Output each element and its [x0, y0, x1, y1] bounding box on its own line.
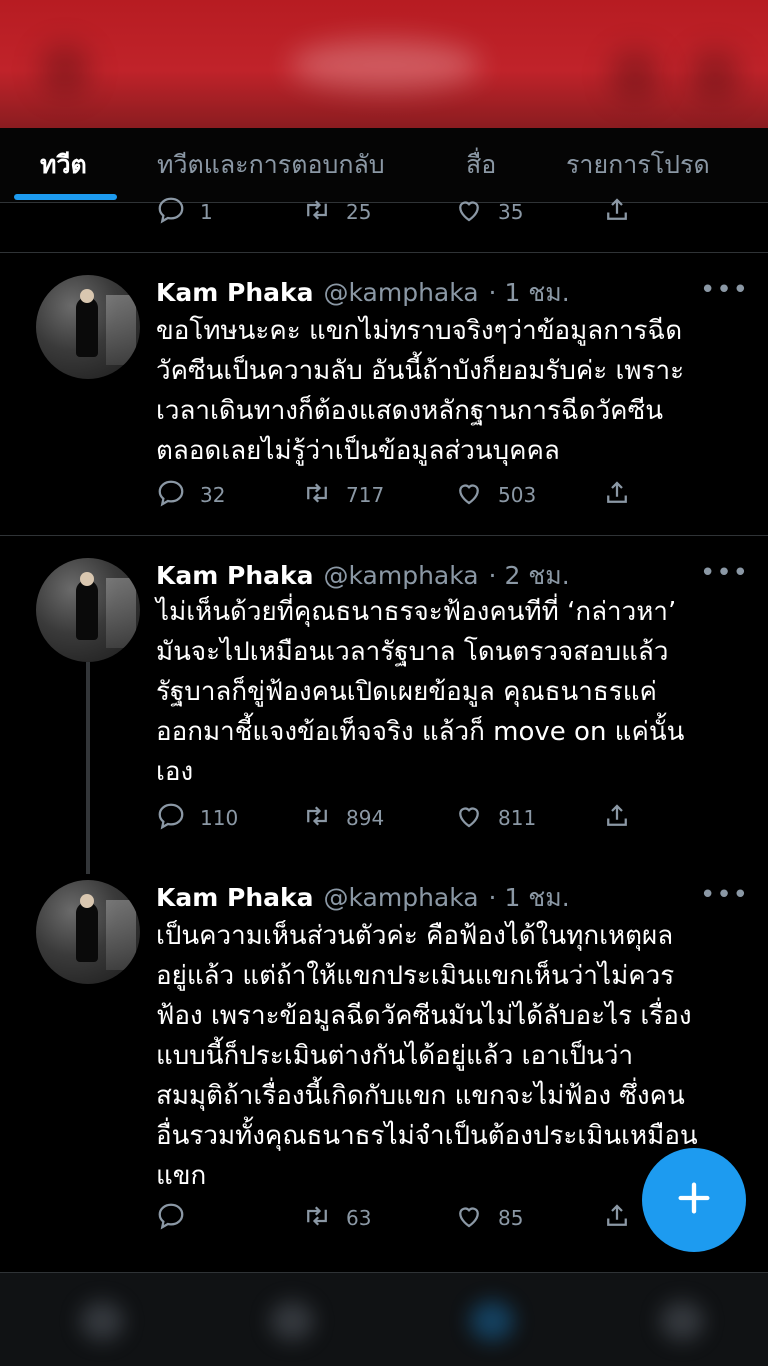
- tweet-text: ไม่เห็นด้วยที่คุณธนาธรจะฟ้องคนทีที่ ‘กล่…: [156, 592, 746, 792]
- share-button[interactable]: [602, 478, 632, 513]
- reply-button[interactable]: 32: [156, 478, 225, 513]
- share-button[interactable]: [602, 801, 632, 836]
- tweet-header: Kam Phaka @kamphaka · 1 ชม.: [156, 878, 570, 918]
- compose-tweet-button[interactable]: [642, 1148, 746, 1252]
- tweet-text-line: ขอโทษนะคะ แขกไม่ทราบจริงๆว่าข้อมูลการฉีด: [156, 316, 683, 346]
- heart-icon: [454, 1201, 484, 1236]
- tweet-time: · 1 ชม.: [488, 278, 570, 307]
- retweet-count: 25: [346, 200, 372, 224]
- tab-tweets[interactable]: ทวีต: [40, 128, 87, 202]
- like-button[interactable]: 811: [454, 801, 536, 836]
- avatar[interactable]: [36, 558, 140, 662]
- share-icon: [602, 195, 632, 230]
- retweet-button[interactable]: 63: [302, 1201, 371, 1236]
- retweet-icon: [302, 195, 332, 230]
- heart-icon: [454, 478, 484, 513]
- reply-icon: [156, 801, 186, 836]
- tweet-text-line: สมมุติถ้าเรื่องนี้เกิดกับแขก แขกจะไม่ฟ้อ…: [156, 1081, 685, 1111]
- tweet-text-line: มันจะไปเหมือนเวลารัฐบาล โดนตรวจสอบแล้ว: [156, 637, 669, 667]
- tweet-text-line: อยู่แล้ว แต่ถ้าให้แขกประเมินแขกเห็นว่าไม…: [156, 961, 675, 991]
- home-icon[interactable]: [80, 1301, 124, 1341]
- tab-tweets-and-replies[interactable]: ทวีตและการตอบกลับ: [157, 128, 385, 202]
- share-icon: [602, 801, 632, 836]
- tweet-header: Kam Phaka @kamphaka · 2 ชม.: [156, 556, 570, 596]
- retweet-icon: [302, 1201, 332, 1236]
- tweet-actions: 110 894 811: [0, 802, 768, 834]
- retweet-button[interactable]: 894: [302, 801, 384, 836]
- reply-count: 110: [200, 806, 239, 830]
- tweet-text-line: ไม่เห็นด้วยที่คุณธนาธรจะฟ้องคนทีที่ ‘กล่…: [156, 597, 677, 627]
- avatar[interactable]: [36, 275, 140, 379]
- share-icon: [602, 1201, 632, 1236]
- heart-icon: [454, 195, 484, 230]
- retweet-icon: [302, 801, 332, 836]
- tweet-text: เป็นความเห็นส่วนตัวค่ะ คือฟ้องได้ในทุกเห…: [156, 916, 746, 1196]
- tweet[interactable]: Kam Phaka @kamphaka · 1 ชม. ••• ขอโทษนะคะ…: [0, 253, 768, 535]
- share-icon: [602, 478, 632, 513]
- user-handle[interactable]: @kamphaka: [323, 561, 478, 590]
- user-handle[interactable]: @kamphaka: [323, 278, 478, 307]
- like-count: 811: [498, 806, 537, 830]
- tweet-text-line: แบบนี้ก็ประเมินต่างกันได้อยู่แล้ว เอาเป็…: [156, 1041, 634, 1071]
- tab-likes[interactable]: รายการโปรด: [566, 128, 710, 202]
- bottom-navigation-bar: [0, 1272, 768, 1366]
- display-name[interactable]: Kam Phaka: [156, 883, 313, 912]
- retweet-count: 717: [346, 483, 385, 507]
- display-name[interactable]: Kam Phaka: [156, 278, 313, 307]
- tweet-text-line: ตลอดเลยไม่รู้ว่าเป็นข้อมูลส่วนบุคคล: [156, 436, 560, 466]
- profile-header-banner: [0, 0, 768, 128]
- previous-tweet-actions: 1 25 35: [0, 196, 768, 228]
- spaces-icon[interactable]: [470, 1301, 514, 1341]
- more-options-icon[interactable]: •••: [700, 275, 749, 305]
- like-count: 503: [498, 483, 537, 507]
- retweet-count: 63: [346, 1206, 372, 1230]
- like-button[interactable]: 85: [454, 1201, 523, 1236]
- reply-icon: [156, 1201, 186, 1236]
- reply-button[interactable]: 110: [156, 801, 238, 836]
- share-button[interactable]: [602, 195, 632, 230]
- reply-icon: [156, 478, 186, 513]
- tweet-text-line: เวลาเดินทางก็ต้องแสดงหลักฐานการฉีดวัคซีน: [156, 396, 663, 426]
- tweet-actions: 32 717 503: [0, 479, 768, 511]
- tweet-text-line: วัคซีนเป็นความลับ อันนี้ถ้าบังก็ยอมรับค่…: [156, 356, 685, 386]
- more-options-icon[interactable]: •••: [700, 558, 749, 588]
- tab-media[interactable]: สื่อ: [466, 128, 496, 202]
- reply-icon: [156, 195, 186, 230]
- share-button[interactable]: [602, 1201, 632, 1236]
- tweet-header: Kam Phaka @kamphaka · 1 ชม.: [156, 273, 570, 313]
- reply-count: 1: [200, 200, 213, 224]
- display-name[interactable]: Kam Phaka: [156, 561, 313, 590]
- messages-icon[interactable]: [660, 1301, 704, 1341]
- tweet-text-line: เป็นความเห็นส่วนตัวค่ะ คือฟ้องได้ในทุกเห…: [156, 921, 674, 951]
- tweet-text-line: เอง: [156, 757, 194, 787]
- tweet-time: · 1 ชม.: [488, 883, 570, 912]
- reply-button[interactable]: [156, 1201, 200, 1236]
- user-handle[interactable]: @kamphaka: [323, 883, 478, 912]
- tweet-text-line: รัฐบาลก็ขู่ฟ้องคนเปิดเผยข้อมูล คุณธนาธรแ…: [156, 677, 657, 707]
- retweet-button[interactable]: 25: [302, 195, 371, 230]
- like-count: 35: [498, 200, 524, 224]
- tweet-text-line: อื่นรวมทั้งคุณธนาธรไม่จำเป็นต้องประเมินเ…: [156, 1121, 698, 1151]
- heart-icon: [454, 801, 484, 836]
- tweet[interactable]: Kam Phaka @kamphaka · 2 ชม. ••• ไม่เห็นด้…: [0, 536, 768, 876]
- retweet-button[interactable]: 717: [302, 478, 384, 513]
- reply-count: 32: [200, 483, 226, 507]
- tweet-text-line: ฟ้อง เพราะข้อมูลฉีดวัคซีนมันไม่ได้ลับอะไ…: [156, 1001, 692, 1031]
- like-count: 85: [498, 1206, 524, 1230]
- profile-tabs: ทวีต ทวีตและการตอบกลับ สื่อ รายการโปรด: [0, 128, 768, 203]
- tweet-time: · 2 ชม.: [488, 561, 570, 590]
- avatar[interactable]: [36, 880, 140, 984]
- more-options-icon[interactable]: •••: [700, 880, 749, 910]
- like-button[interactable]: 503: [454, 478, 536, 513]
- retweet-icon: [302, 478, 332, 513]
- reply-button[interactable]: 1: [156, 195, 213, 230]
- search-icon[interactable]: [270, 1301, 314, 1341]
- like-button[interactable]: 35: [454, 195, 523, 230]
- tweet-text-line: ออกมาชี้แจงข้อเท็จจริง แล้วก็ move on แค…: [156, 717, 685, 747]
- tweet-text: ขอโทษนะคะ แขกไม่ทราบจริงๆว่าข้อมูลการฉีด…: [156, 311, 746, 471]
- compose-plus-icon: [674, 1178, 714, 1222]
- retweet-count: 894: [346, 806, 385, 830]
